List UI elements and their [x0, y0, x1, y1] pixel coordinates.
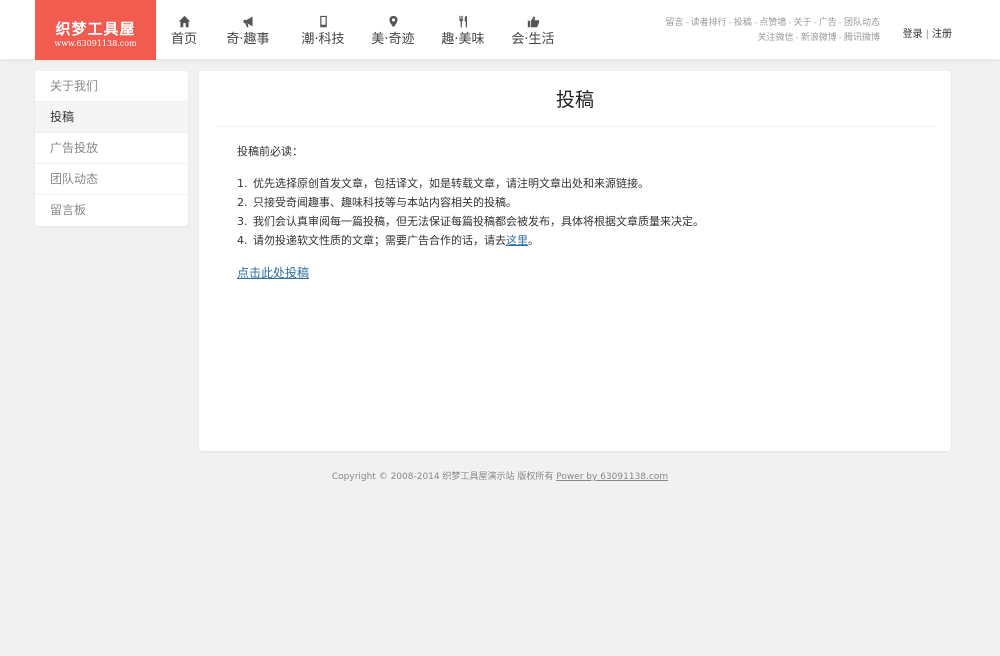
separator: - [838, 33, 842, 43]
nav-item-life[interactable]: 会·生活 [502, 0, 564, 60]
separator: - [795, 33, 799, 43]
sidebar-item-ads[interactable]: 广告投放 [35, 133, 188, 164]
nav-label: 潮·科技 [301, 32, 345, 47]
top-links-row-2: 关注微信 - 新浪微博 - 腾讯微博 [665, 31, 880, 46]
main-panel: 投稿 投稿前必读： 1. 优先选择原创首发文章，包括译文，如是转载文章，请注明文章… [199, 71, 951, 451]
login-link[interactable]: 登录 [903, 29, 923, 40]
map-pin-icon [385, 13, 401, 29]
separator: - [838, 18, 842, 28]
site-logo[interactable]: 织梦工具屋 www.63091138.com [35, 0, 156, 60]
separator: - [753, 18, 758, 28]
nav-label: 趣·美味 [441, 32, 485, 47]
thumbs-up-icon [525, 13, 541, 29]
toplink-wechat[interactable]: 关注微信 [757, 33, 793, 43]
powered-by-link[interactable]: Power by 63091138.com [556, 472, 668, 482]
rule-text: 请勿投递软文性质的文章；需要广告合作的话，请去 [253, 234, 506, 247]
toplink-reader-rank[interactable]: 读者排行 [691, 18, 727, 28]
nav-item-tech[interactable]: 潮·科技 [292, 0, 354, 60]
top-links-row-1: 留言 - 读者排行 - 投稿 - 点赞墙 - 关于 - 广告 - 团队动态 [665, 16, 880, 31]
separator: - [813, 18, 817, 28]
notice-heading: 投稿前必读： [237, 145, 303, 158]
sidebar-item-about[interactable]: 关于我们 [35, 71, 188, 102]
rule-number: 4. [237, 234, 248, 247]
nav-label: 首页 [170, 32, 197, 47]
submit-article-link[interactable]: 点击此处投稿 [237, 264, 309, 281]
rules-list: 1. 优先选择原创首发文章，包括译文，如是转载文章，请注明文章出处和来源链接。 2… [237, 174, 951, 250]
logo-title: 织梦工具屋 [55, 20, 136, 38]
separator: - [788, 18, 792, 28]
nav-item-food[interactable]: 趣·美味 [432, 0, 494, 60]
separator: | [925, 29, 929, 40]
rule-text: 我们会认真审阅每一篇投稿，但无法保证每篇投稿都会被发布，具体将根据文章质量来决定… [253, 215, 704, 228]
rule-number: 1. [237, 177, 248, 190]
toplink-guestbook[interactable]: 留言 [665, 18, 683, 28]
copyright-text: Copyright © 2008-2014 织梦工具屋演示站 版权所有 [331, 472, 554, 482]
nav-label: 奇·趣事 [226, 32, 270, 47]
rule-suffix: 。 [528, 234, 539, 247]
rule-number: 3. [237, 215, 248, 228]
nav-label: 会·生活 [511, 32, 555, 47]
list-item: 3. 我们会认真审阅每一篇投稿，但无法保证每篇投稿都会被发布，具体将根据文章质量来… [237, 212, 951, 231]
page-title: 投稿 [215, 71, 935, 127]
toplink-ads[interactable]: 广告 [819, 18, 837, 28]
toplink-team-news[interactable]: 团队动态 [844, 18, 880, 28]
article-content: 投稿前必读： 1. 优先选择原创首发文章，包括译文，如是转载文章，请注明文章出处和… [199, 127, 951, 281]
nav-label: 美·奇迹 [371, 32, 415, 47]
sidebar-item-submit[interactable]: 投稿 [35, 102, 188, 133]
list-item: 2. 只接受奇闻趣事、趣味科技等与本站内容相关的投稿。 [237, 193, 951, 212]
sidebar-item-team-news[interactable]: 团队动态 [35, 164, 188, 195]
utensils-icon [455, 13, 471, 29]
site-footer: Copyright © 2008-2014 织梦工具屋演示站 版权所有 Powe… [0, 469, 1000, 482]
home-icon [176, 13, 192, 29]
register-link[interactable]: 注册 [932, 29, 952, 40]
toplink-submit[interactable]: 投稿 [734, 18, 752, 28]
phone-icon [315, 13, 331, 29]
nav-item-wonder[interactable]: 美·奇迹 [362, 0, 424, 60]
site-header: 织梦工具屋 www.63091138.com 首页 奇·趣事 潮·科技 美·奇迹… [0, 0, 1000, 60]
list-item: 4. 请勿投递软文性质的文章；需要广告合作的话，请去这里。 [237, 231, 951, 250]
top-links: 留言 - 读者排行 - 投稿 - 点赞墙 - 关于 - 广告 - 团队动态 关注微信 - 新浪微博 - 腾讯微博 [665, 16, 880, 46]
logo-url: www.63091138.com [54, 39, 137, 48]
toplink-about[interactable]: 关于 [793, 18, 811, 28]
separator: - [728, 18, 732, 28]
sidebar: 关于我们 投稿 广告投放 团队动态 留言板 [35, 71, 188, 226]
toplink-like-wall[interactable]: 点赞墙 [759, 18, 786, 28]
separator: - [685, 18, 689, 28]
ad-contact-link[interactable]: 这里 [506, 234, 528, 247]
rule-number: 2. [237, 196, 248, 209]
main-nav: 首页 奇·趣事 潮·科技 美·奇迹 趣·美味 会·生活 [162, 0, 564, 60]
auth-links: 登录 | 注册 [903, 25, 952, 40]
list-item: 1. 优先选择原创首发文章，包括译文，如是转载文章，请注明文章出处和来源链接。 [237, 174, 951, 193]
megaphone-icon [240, 13, 256, 29]
nav-item-fun[interactable]: 奇·趣事 [214, 0, 282, 60]
rule-text: 只接受奇闻趣事、趣味科技等与本站内容相关的投稿。 [253, 196, 517, 209]
nav-item-home[interactable]: 首页 [162, 0, 206, 60]
toplink-tencent-weibo[interactable]: 腾讯微博 [844, 33, 880, 43]
toplink-sina-weibo[interactable]: 新浪微博 [801, 33, 837, 43]
rule-text: 优先选择原创首发文章，包括译文，如是转载文章，请注明文章出处和来源链接。 [253, 177, 649, 190]
sidebar-item-guestbook[interactable]: 留言板 [35, 195, 188, 226]
